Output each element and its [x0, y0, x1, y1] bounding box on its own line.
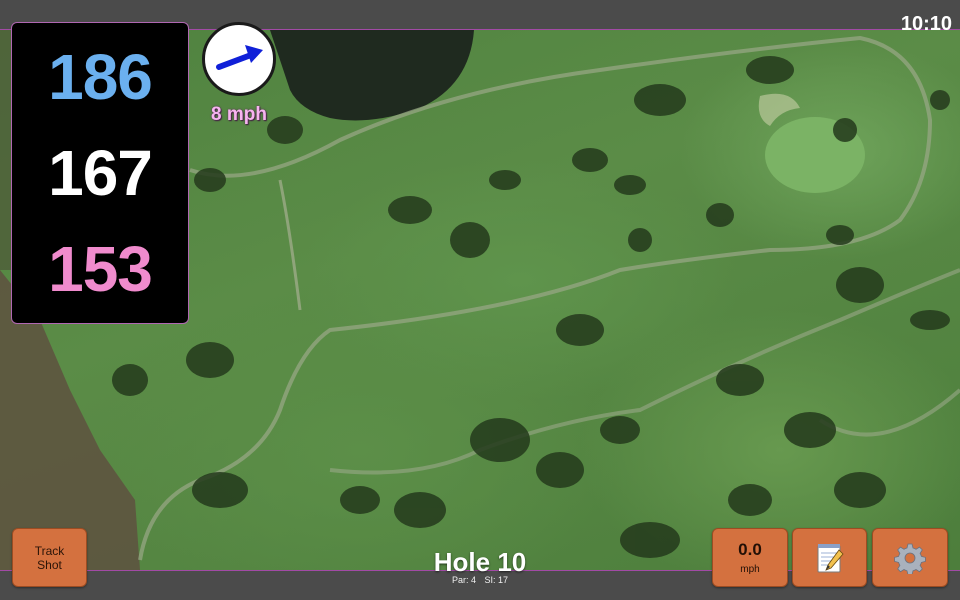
wind-direction-indicator [202, 22, 276, 96]
foot-path [278, 179, 302, 311]
scorecard-notes-button[interactable] [792, 528, 867, 587]
track-shot-button[interactable]: Track Shot [12, 528, 87, 587]
speed-unit: mph [740, 563, 760, 575]
middle-distance: 167 [48, 137, 153, 209]
speed-value: 0.0 [738, 539, 762, 559]
water-hazard [270, 30, 474, 121]
hole-title: Hole 10 [433, 547, 527, 577]
hole-par: Par: 4 [451, 575, 476, 585]
cart-path-right [818, 388, 960, 437]
speed-button[interactable]: 0.0 mph [712, 528, 788, 587]
golf-gps-screen: 10:10 186 167 153 8 mph Track Shot Hole … [0, 0, 960, 600]
track-shot-label-line1: Track [34, 543, 65, 558]
hole-stroke-index: SI: 17 [484, 575, 509, 585]
wind-speed: 8 mph [211, 104, 267, 125]
notepad-icon [817, 543, 844, 572]
hole-details: Par: 4 SI: 17 [400, 576, 560, 585]
gear-icon [894, 543, 926, 574]
settings-button[interactable] [872, 528, 948, 587]
distance-panel: 186 167 153 [11, 22, 189, 324]
hole-info: Hole 10 Par: 4 SI: 17 [400, 549, 560, 585]
track-shot-label-line2: Shot [37, 557, 62, 572]
wind-arrow-icon [216, 45, 263, 70]
front-distance: 153 [48, 233, 153, 305]
back-distance: 186 [48, 41, 153, 113]
